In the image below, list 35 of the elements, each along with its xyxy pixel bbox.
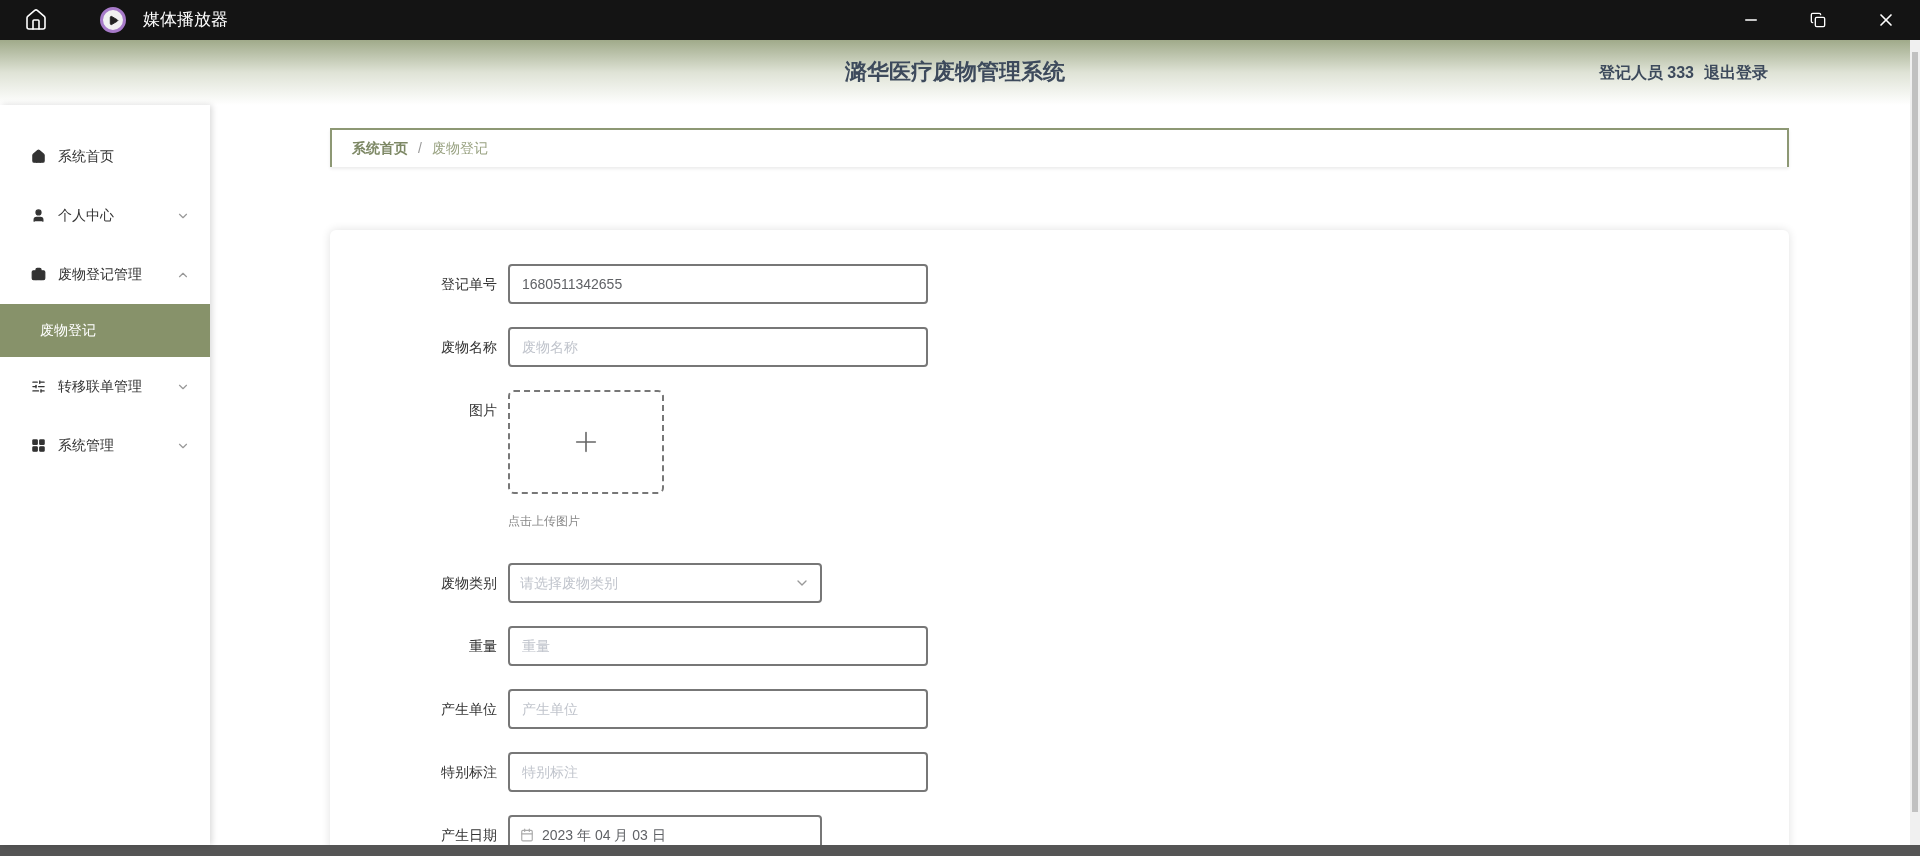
system-title: 潞华医疗废物管理系统 [845, 58, 1065, 86]
field-label: 图片 [469, 402, 497, 418]
field-label: 产生日期 [441, 827, 497, 843]
calendar-icon [520, 828, 534, 842]
text-field[interactable]: 产生单位 [508, 689, 928, 729]
sidebar-item[interactable]: 转移联单管理 [0, 357, 210, 416]
field-label: 登记单号 [441, 276, 497, 292]
field-label: 重量 [469, 638, 497, 654]
breadcrumb-separator: / [418, 139, 422, 158]
person-icon [31, 208, 46, 223]
logout-link[interactable]: 退出登录 [1704, 60, 1768, 85]
field-label: 废物名称 [441, 339, 497, 355]
briefcase-icon [31, 267, 46, 282]
breadcrumb-link[interactable]: 系统首页 [352, 138, 408, 159]
text-field[interactable]: 1680511342655 [508, 264, 928, 304]
play-icon [100, 7, 126, 33]
text-field[interactable]: 特别标注 [508, 752, 928, 792]
field-label: 特别标注 [441, 764, 497, 780]
restore-icon[interactable] [1810, 12, 1826, 28]
text-field[interactable]: 废物名称 [508, 327, 928, 367]
sidebar-item[interactable]: 系统管理 [0, 416, 210, 475]
sidebar-item[interactable]: 系统首页 [0, 127, 210, 186]
upload-area[interactable] [508, 390, 664, 494]
upload-hint: 点击上传图片 [508, 513, 581, 530]
sidebar-item[interactable]: 个人中心 [0, 186, 210, 245]
user-label: 登记人员 333 [1598, 62, 1694, 83]
home-icon[interactable] [24, 8, 48, 32]
sliders-icon [31, 379, 46, 394]
grid-icon [31, 438, 46, 453]
field-label: 废物类别 [441, 575, 497, 591]
window-title: 媒体播放器 [143, 9, 228, 32]
field-label: 产生单位 [441, 701, 497, 717]
sidebar-item[interactable]: 废物登记管理 [0, 245, 210, 304]
text-field[interactable]: 重量 [508, 626, 928, 666]
home-icon [31, 149, 46, 164]
